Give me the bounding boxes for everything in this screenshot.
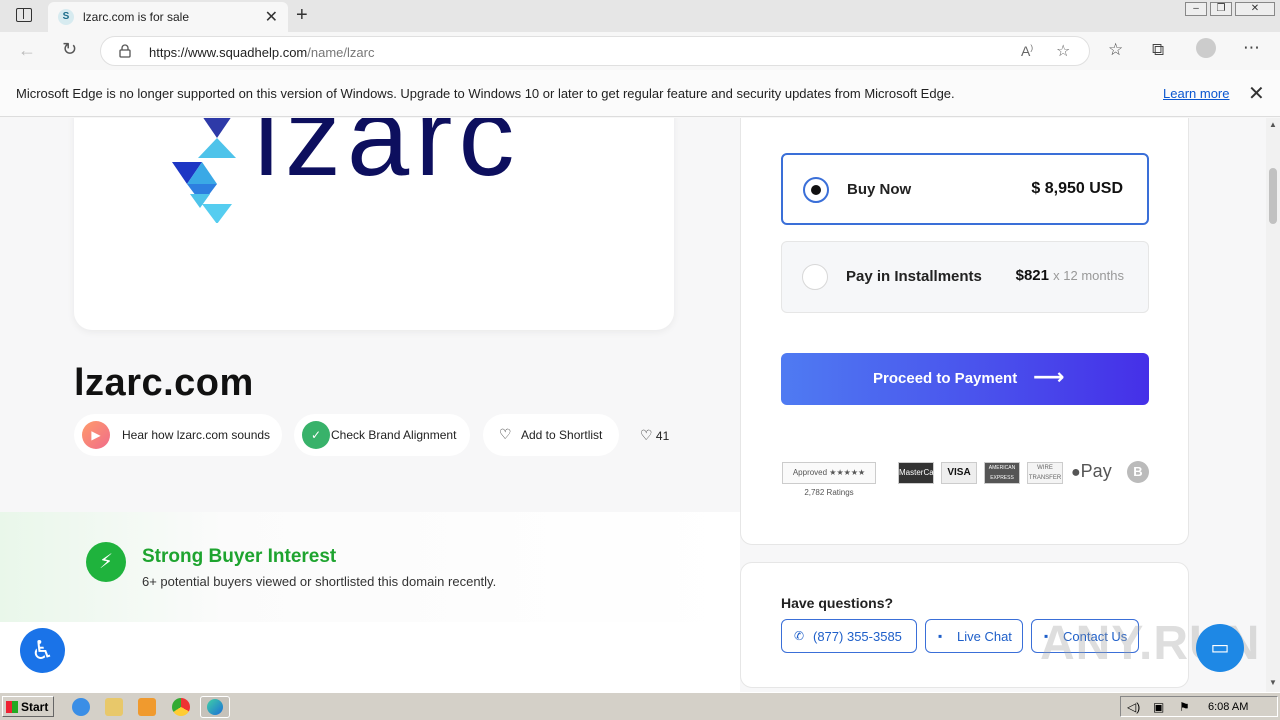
check-brand-button[interactable]: ✓ Check Brand Alignment — [294, 414, 470, 456]
live-chat-label: Live Chat — [957, 629, 1012, 644]
installments-price: $821 x 12 months — [1015, 267, 1124, 284]
favicon-icon: S — [58, 9, 74, 25]
interest-heading: Strong Buyer Interest — [142, 546, 337, 567]
lightning-icon: ⚡ — [86, 542, 126, 582]
close-window-button[interactable]: ✕ — [1235, 2, 1275, 16]
refresh-icon[interactable]: ↻ — [62, 39, 77, 60]
clock: 6:08 AM — [1208, 701, 1249, 713]
lock-icon — [119, 44, 131, 58]
purchase-card: Buy Now $ 8,950 USD Pay in Installments … — [740, 118, 1189, 545]
page-content: lzarc lzarc.com ▶ Hear how lzarc.com sou… — [0, 118, 1266, 692]
apple-pay-logo: ●Pay — [1071, 461, 1112, 481]
hear-label: Hear how lzarc.com sounds — [122, 428, 271, 442]
chat-bubble-icon: ▪ — [938, 629, 943, 643]
scroll-thumb[interactable] — [1269, 168, 1277, 224]
proceed-label: Proceed to Payment — [873, 370, 1018, 387]
installments-radio[interactable] — [802, 264, 828, 290]
heart-icon: ♡ — [499, 426, 512, 442]
play-icon: ▶ — [82, 421, 110, 449]
arrow-right-icon: ⟶ — [1033, 364, 1065, 389]
scroll-down-icon[interactable]: ▼ — [1269, 678, 1277, 687]
shortlist-label: Add to Shortlist — [521, 428, 603, 442]
flag-icon[interactable]: ⚑ — [1179, 700, 1190, 714]
chat-widget-icon[interactable]: ▭ — [1196, 624, 1244, 672]
tab-active[interactable]: S lzarc.com is for sale ✕ — [48, 2, 288, 32]
collections-icon[interactable]: ⧉ — [1152, 40, 1164, 60]
trust-rating-badge: Approved ★★★★★ 2,782 Ratings — [782, 462, 876, 497]
buy-now-option[interactable]: Buy Now $ 8,950 USD — [781, 153, 1149, 225]
like-count-value: 41 — [655, 429, 670, 443]
buy-now-label: Buy Now — [847, 181, 912, 198]
interest-subtext: 6+ potential buyers viewed or shortliste… — [142, 574, 497, 589]
notice-message: Microsoft Edge is no longer supported on… — [16, 86, 955, 101]
wire-transfer-logo: WIRE TRANSFER — [1027, 462, 1063, 484]
volume-icon[interactable]: ◁) — [1127, 700, 1140, 714]
chrome-icon[interactable] — [172, 698, 190, 716]
questions-heading: Have questions? — [781, 595, 894, 611]
hear-pronunciation-button[interactable]: ▶ Hear how lzarc.com sounds — [74, 414, 282, 456]
buy-now-radio[interactable] — [803, 177, 829, 203]
domain-title: lzarc.com — [74, 362, 254, 404]
tab-bar: S lzarc.com is for sale ✕ + – ❐ ✕ — [0, 0, 1280, 32]
installments-label: Pay in Installments — [846, 268, 982, 285]
live-chat-button[interactable]: ▪ Live Chat — [925, 619, 1023, 653]
restore-button[interactable]: ❐ — [1210, 2, 1232, 16]
notice-close-icon[interactable]: ✕ — [1248, 81, 1265, 106]
accessibility-icon[interactable]: ♿ — [20, 628, 65, 673]
visa-logo: VISA — [941, 462, 977, 484]
check-icon: ✓ — [302, 421, 330, 449]
profile-avatar[interactable] — [1196, 38, 1216, 58]
url-field[interactable]: https://www.squadhelp.com/name/lzarc A) … — [100, 36, 1090, 66]
logo-mark-icon — [172, 118, 236, 223]
like-count[interactable]: ♡ 41 — [640, 427, 669, 444]
new-tab-button[interactable]: + — [296, 4, 308, 27]
start-label: Start — [21, 700, 49, 714]
url-text: https://www.squadhelp.com/name/lzarc — [149, 45, 375, 60]
network-icon[interactable]: ▣ — [1153, 700, 1164, 714]
proceed-to-payment-button[interactable]: Proceed to Payment ⟶ — [781, 353, 1149, 405]
read-aloud-icon[interactable]: A) — [1021, 43, 1033, 59]
ie-icon[interactable] — [72, 698, 90, 716]
start-button[interactable]: Start — [2, 696, 54, 717]
back-icon[interactable]: ← — [18, 40, 36, 61]
system-tray: ◁) ▣ ⚑ — [1120, 696, 1278, 717]
amex-logo: AMERICAN EXPRESS — [984, 462, 1020, 484]
minimize-button[interactable]: – — [1185, 2, 1207, 16]
buyer-interest-banner: ⚡ Strong Buyer Interest 6+ potential buy… — [0, 512, 740, 622]
tab-close-icon[interactable]: ✕ — [265, 7, 278, 27]
logo-wordmark: lzarc — [254, 118, 521, 199]
add-shortlist-button[interactable]: ♡ Add to Shortlist — [483, 414, 619, 456]
windows-logo-icon — [6, 701, 18, 713]
folder-icon[interactable] — [105, 698, 123, 716]
favorites-icon[interactable]: ☆ — [1108, 40, 1123, 60]
tab-actions-icon[interactable] — [16, 8, 32, 22]
windows-taskbar: Start ◁) ▣ ⚑ 6:08 AM — [0, 692, 1280, 720]
learn-more-link[interactable]: Learn more — [1163, 86, 1229, 101]
unsupported-notice: Microsoft Edge is no longer supported on… — [0, 70, 1280, 117]
phone-icon: ✆ — [794, 629, 805, 643]
scroll-up-icon[interactable]: ▲ — [1269, 120, 1277, 129]
tab-title: lzarc.com is for sale — [83, 10, 190, 24]
more-menu-icon[interactable]: ⋯ — [1243, 38, 1260, 58]
content-divider — [0, 622, 740, 692]
address-bar-row: ← ↻ https://www.squadhelp.com/name/lzarc… — [0, 32, 1280, 70]
apple-icon: ● — [1071, 464, 1081, 481]
page-scrollbar[interactable]: ▲ ▼ — [1266, 118, 1280, 692]
check-brand-label: Check Brand Alignment — [331, 428, 457, 442]
edge-taskbar-button[interactable] — [200, 696, 230, 718]
media-player-icon[interactable] — [138, 698, 156, 716]
bitcoin-logo: B — [1127, 461, 1149, 483]
favorite-add-icon[interactable]: ☆ — [1056, 41, 1070, 61]
buy-now-price: $ 8,950 USD — [1031, 180, 1123, 197]
mastercard-logo: MasterCard — [898, 462, 941, 484]
phone-button[interactable]: ✆ (877) 355-3585 — [781, 619, 917, 653]
installments-option[interactable]: Pay in Installments $821 x 12 months — [781, 241, 1149, 313]
logo-card: lzarc — [74, 118, 674, 330]
phone-number: (877) 355-3585 — [813, 629, 902, 644]
heart-outline-icon: ♡ — [640, 427, 653, 443]
edge-icon — [207, 699, 223, 715]
